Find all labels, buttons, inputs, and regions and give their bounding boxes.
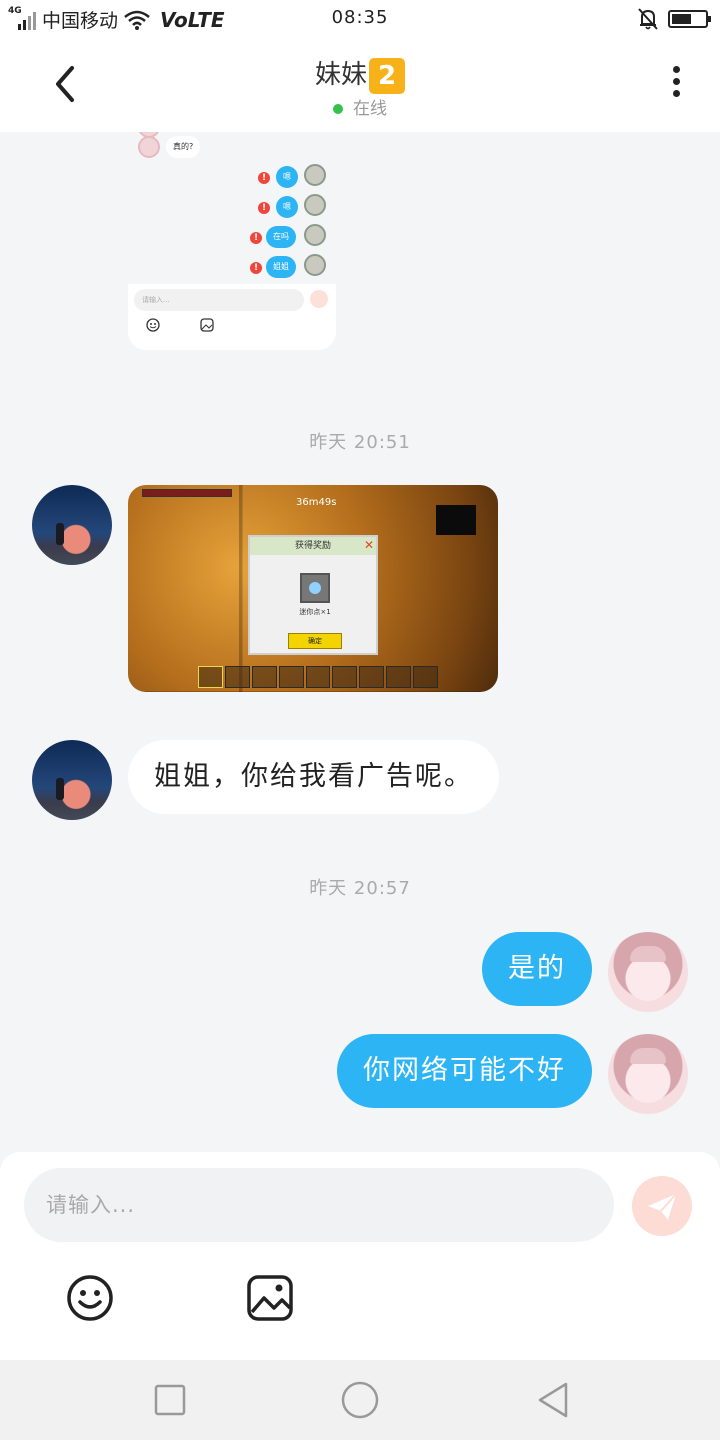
- mini-avatar: [304, 194, 326, 216]
- contact-name-text: 妹妹: [314, 60, 367, 90]
- level-badge: 2: [369, 57, 405, 94]
- mini-avatar: [304, 254, 326, 276]
- more-options-icon[interactable]: [666, 66, 686, 106]
- online-status: 在线: [0, 94, 720, 119]
- status-bar: 4G 中国移动 VoLTE 08:35: [0, 0, 720, 36]
- game-reward-item-icon: [300, 573, 330, 603]
- contact-avatar[interactable]: [32, 485, 112, 565]
- emoji-icon[interactable]: [66, 1274, 114, 1322]
- mini-bubble-out: 嗯: [276, 196, 298, 218]
- mini-bubble-out: 在吗: [266, 226, 296, 248]
- message-input[interactable]: 请输入...: [24, 1168, 614, 1242]
- my-avatar[interactable]: [608, 932, 688, 1012]
- game-hotbar: [198, 666, 439, 688]
- home-circle-icon[interactable]: [340, 1380, 380, 1420]
- input-panel: 请输入...: [0, 1152, 720, 1360]
- send-failed-icon: !: [250, 232, 262, 244]
- timestamp: 昨天 20:57: [309, 878, 411, 899]
- mini-avatar: [304, 224, 326, 246]
- send-failed-icon: !: [258, 202, 270, 214]
- mini-avatar: [138, 136, 160, 158]
- game-censored-area: [436, 505, 476, 535]
- system-nav-bar: [0, 1360, 720, 1440]
- mini-image-icon: [200, 318, 214, 332]
- mini-input: 请输入...: [134, 289, 304, 311]
- image-message-game-screenshot[interactable]: 36m49s 获得奖励 ✕ 迷你点×1 确定: [128, 485, 498, 692]
- send-failed-icon: !: [250, 262, 262, 274]
- send-icon: [648, 1193, 677, 1220]
- game-timer: 36m49s: [296, 497, 337, 508]
- timestamp: 昨天 20:51: [309, 432, 411, 453]
- mini-input-panel: 请输入...: [128, 284, 336, 350]
- mini-bubble-out: 姐姐: [266, 256, 296, 278]
- game-reward-dialog: 获得奖励 ✕ 迷你点×1 确定: [248, 535, 378, 655]
- image-picker-icon[interactable]: [246, 1274, 294, 1322]
- message-bubble-outgoing[interactable]: 是的: [482, 932, 592, 1006]
- mini-bubble-out: 嗯: [276, 166, 298, 188]
- bell-off-icon: [638, 8, 658, 30]
- mini-avatar: [304, 164, 326, 186]
- back-triangle-icon[interactable]: [534, 1380, 574, 1420]
- message-bubble-incoming[interactable]: 姐姐，你给我看广告呢。: [128, 740, 499, 814]
- message-bubble-outgoing[interactable]: 你网络可能不好: [337, 1034, 592, 1108]
- game-dialog-close-icon: ✕: [363, 538, 374, 552]
- recents-square-icon[interactable]: [150, 1380, 190, 1420]
- game-reward-item-name: 迷你点×1: [299, 608, 331, 616]
- contact-avatar[interactable]: [32, 740, 112, 820]
- contact-name: 妹妹 2: [0, 54, 720, 94]
- game-dialog-title: 获得奖励: [250, 537, 376, 555]
- online-status-text: 在线: [353, 99, 387, 119]
- mini-emoji-icon: [146, 318, 160, 332]
- image-message-chat-screenshot[interactable]: 真的? ! 嗯 ! 嗯 ! 在吗 ! 姐姐 请输入...: [128, 132, 336, 350]
- online-dot-icon: [333, 104, 343, 114]
- message-list[interactable]: 真的? ! 嗯 ! 嗯 ! 在吗 ! 姐姐 请输入... 昨天 20:51 36…: [0, 132, 720, 1152]
- send-button[interactable]: [632, 1176, 692, 1236]
- mini-bubble-in: 真的?: [166, 136, 201, 158]
- game-health-bar: [142, 489, 232, 497]
- battery-icon: [668, 10, 711, 28]
- clock: 08:35: [331, 7, 389, 28]
- send-failed-icon: !: [258, 172, 270, 184]
- my-avatar[interactable]: [608, 1034, 688, 1114]
- game-dialog-ok: 确定: [288, 633, 342, 649]
- chat-header: 妹妹 2 在线: [0, 36, 720, 132]
- mini-send-icon: [310, 290, 328, 308]
